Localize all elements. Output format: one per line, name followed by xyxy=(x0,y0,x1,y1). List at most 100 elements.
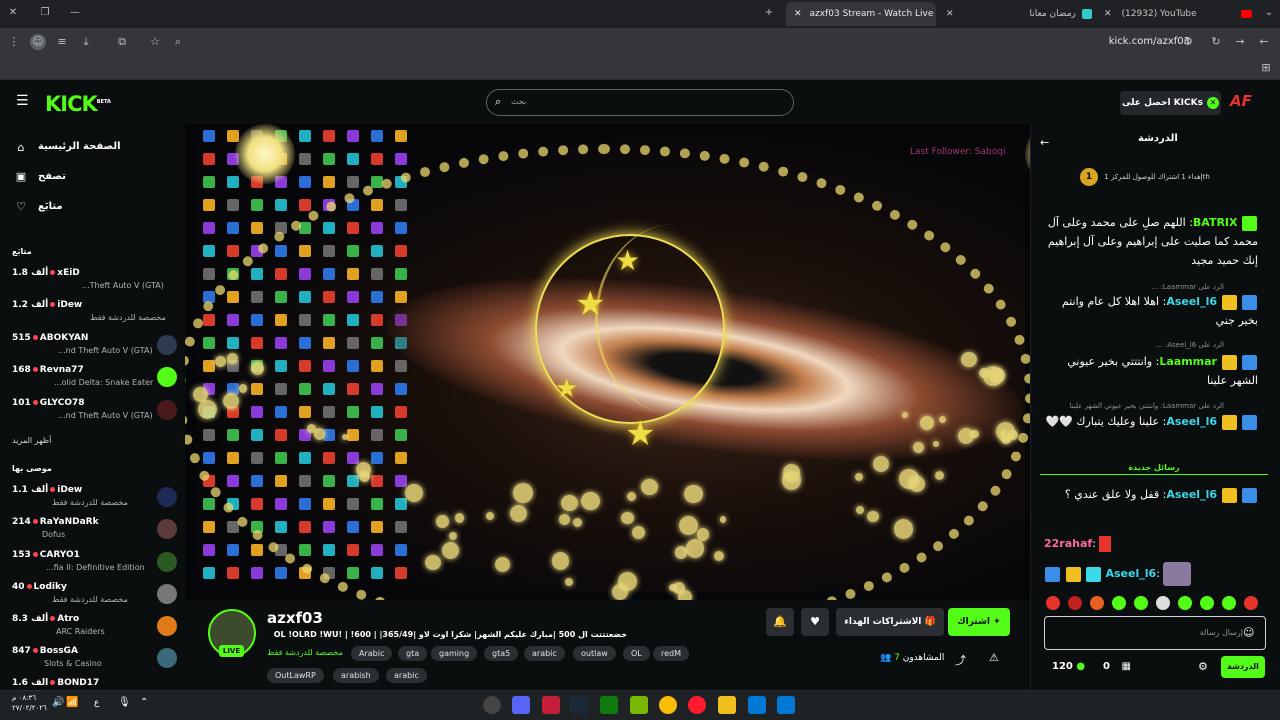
emoji-picker-icon[interactable]: ☺ xyxy=(1243,626,1254,639)
emote-icon[interactable] xyxy=(1200,596,1214,610)
chat-username[interactable]: 22rahaf xyxy=(1044,537,1092,550)
share-icon[interactable]: ⤴ xyxy=(955,652,966,668)
tab-search-icon[interactable]: ⌄ xyxy=(1262,6,1276,20)
follow-heart-button[interactable]: ♥ xyxy=(801,608,829,636)
channel-item[interactable]: 8.3 ألف Atro ARC Raiders xyxy=(12,614,177,646)
channel-item[interactable]: 1.6 ألف BOND17 xyxy=(12,678,177,690)
emote-icon[interactable] xyxy=(1046,596,1060,610)
channel-item[interactable]: 101 GLYCO78 ...nd Theft Auto V (GTA) xyxy=(12,398,177,430)
chat-username[interactable]: Aseel_l6 xyxy=(1106,567,1157,580)
taskbar-clock[interactable]: ٠٨:٣٦ م ٢٧/٠٢/٢٠٢٦ xyxy=(12,693,47,713)
emote-icon[interactable] xyxy=(1112,596,1126,610)
tag[interactable]: gta xyxy=(398,646,428,661)
tag[interactable]: arabish xyxy=(333,668,379,683)
collapse-chat-icon[interactable]: ← xyxy=(1040,136,1049,149)
tag[interactable]: gaming xyxy=(431,646,478,661)
chat-username[interactable]: Aseel_l6 xyxy=(1166,415,1217,428)
menu-dots-icon[interactable]: ⋮ xyxy=(6,34,22,50)
nvidia-icon[interactable] xyxy=(630,696,648,714)
notification-bell-button[interactable]: 🔔 xyxy=(766,608,794,636)
restore-window-icon[interactable]: ❐ xyxy=(38,6,52,20)
reading-list-icon[interactable]: ≡ xyxy=(54,34,70,50)
site-settings-icon[interactable]: ⚙ xyxy=(1180,34,1196,50)
back-icon[interactable]: ← xyxy=(1256,34,1272,50)
discord-icon[interactable] xyxy=(512,696,530,714)
tab-ramadan[interactable]: ✕ رمضان معانا xyxy=(946,4,1096,24)
bookmark-star-icon[interactable]: ☆ xyxy=(147,34,163,50)
close-window-icon[interactable]: ✕ xyxy=(6,6,20,20)
chat-message-input[interactable]: إرسال رسالة ☺ xyxy=(1044,616,1266,650)
emote-icon[interactable] xyxy=(1222,596,1236,610)
channel-item[interactable]: 515 ABOKYAN ...nd Theft Auto V (GTA) xyxy=(12,333,177,365)
kick-logo[interactable]: KICKBETA xyxy=(45,92,111,116)
tag[interactable]: outlaw xyxy=(573,646,616,661)
emote-icon[interactable] xyxy=(1244,596,1258,610)
emote-icon[interactable] xyxy=(1178,596,1192,610)
obs-icon[interactable] xyxy=(483,696,501,714)
get-kicks-button[interactable]: احصل على KICKs ✕ xyxy=(1120,91,1221,115)
emote-icon[interactable] xyxy=(1134,596,1148,610)
channel-item[interactable]: 40 Lodiky مخصصة للدردشة فقط xyxy=(12,582,177,614)
store-icon[interactable] xyxy=(748,696,766,714)
tag[interactable]: OutLawRP xyxy=(267,668,324,683)
search-input[interactable]: ⌕ بحث xyxy=(486,89,794,116)
channel-item[interactable]: 1.1 ألف iDew مخصصة للدردشة فقط xyxy=(12,485,177,517)
channel-item[interactable]: 1.2 ألف iDew مخصصة للدردشة فقط xyxy=(12,300,177,332)
url-field[interactable]: kick.com/azxf03 xyxy=(1109,36,1190,47)
language-indicator[interactable]: ع xyxy=(94,698,99,708)
adobe-icon[interactable] xyxy=(542,696,560,714)
reload-icon[interactable]: ↻ xyxy=(1208,34,1224,50)
close-tab-icon[interactable]: ✕ xyxy=(1104,9,1112,19)
chrome-icon[interactable] xyxy=(659,696,677,714)
extensions-icon[interactable]: ⧉ xyxy=(114,34,130,50)
user-avatar[interactable]: AF xyxy=(1230,92,1252,110)
channel-item[interactable]: 168 Revna77 ...olid Delta: Snake Eater xyxy=(12,365,177,397)
xbox-icon[interactable] xyxy=(600,696,618,714)
tag[interactable]: OL xyxy=(623,646,650,661)
new-tab-icon[interactable]: + xyxy=(762,6,776,20)
apps-grid-icon[interactable]: ⊞ xyxy=(1258,60,1274,76)
send-chat-button[interactable]: الدردشة xyxy=(1221,656,1265,678)
gift-count[interactable]: 0 ▦ xyxy=(1103,661,1131,672)
emote-icon[interactable] xyxy=(1156,596,1170,610)
steam-icon[interactable] xyxy=(570,696,588,714)
kicks-balance[interactable]: 120 ● xyxy=(1052,661,1085,672)
emote-icon[interactable] xyxy=(1068,596,1082,610)
chat-username[interactable]: Laammar xyxy=(1159,355,1217,368)
channel-item[interactable]: 153 CARYO1 ...fia II: Definitive Edition xyxy=(12,550,177,582)
chat-username[interactable]: Aseel_l6 xyxy=(1166,488,1217,501)
close-tab-icon[interactable]: ✕ xyxy=(794,9,802,19)
file-explorer-icon[interactable] xyxy=(718,696,736,714)
tag[interactable]: arabic xyxy=(386,668,427,683)
chat-username[interactable]: BATRIX xyxy=(1193,216,1238,229)
tag[interactable]: gta5 xyxy=(484,646,519,661)
close-tab-icon[interactable]: ✕ xyxy=(946,9,954,19)
tray-expand-icon[interactable]: ⌃ xyxy=(140,697,148,708)
show-more-link[interactable]: أظهر المزيد xyxy=(12,436,51,445)
download-icon[interactable]: ⤓ xyxy=(78,34,94,50)
channel-item[interactable]: 214 RaYaNDaRk Dofus xyxy=(12,517,177,549)
profile-avatar-icon[interactable]: ☺ xyxy=(30,34,46,50)
tab-youtube[interactable]: ✕ (12932) YouTube xyxy=(1104,4,1254,24)
chat-settings-icon[interactable]: ⚙ xyxy=(1198,660,1208,673)
report-icon[interactable]: ⚠ xyxy=(989,651,999,664)
tag[interactable]: arabic xyxy=(524,646,565,661)
emote-icon[interactable] xyxy=(1090,596,1104,610)
tag[interactable]: redM xyxy=(653,646,690,661)
minimize-window-icon[interactable]: — xyxy=(68,6,82,20)
channel-item[interactable]: 1.8 ألف xEiD ...Theft Auto V (GTA) xyxy=(12,268,177,300)
channel-item[interactable]: 847 BossGA Slots & Casino xyxy=(12,646,177,678)
chat-username[interactable]: Aseel_l6 xyxy=(1166,295,1217,308)
tab-active[interactable]: ✕ azxf03 Stream - Watch Live on xyxy=(786,2,936,26)
subscribe-button[interactable]: اشتراك ✦ xyxy=(948,608,1010,636)
video-player[interactable]: ★ ★ ★ ★ Last Follower: Saboqi xyxy=(185,124,1030,600)
streamer-name[interactable]: azxf03 xyxy=(267,609,323,627)
stream-category[interactable]: مخصصة للدردشة فقط xyxy=(267,648,343,657)
windows-start-icon[interactable] xyxy=(777,696,795,714)
tag[interactable]: Arabic xyxy=(351,646,393,661)
zoom-icon[interactable]: ⌕ xyxy=(170,34,186,50)
volume-icon[interactable]: 🔊 xyxy=(52,697,64,708)
wifi-icon[interactable]: 📶 xyxy=(66,697,78,708)
microphone-icon[interactable]: 🎙 xyxy=(118,697,131,708)
opera-icon[interactable] xyxy=(688,696,706,714)
